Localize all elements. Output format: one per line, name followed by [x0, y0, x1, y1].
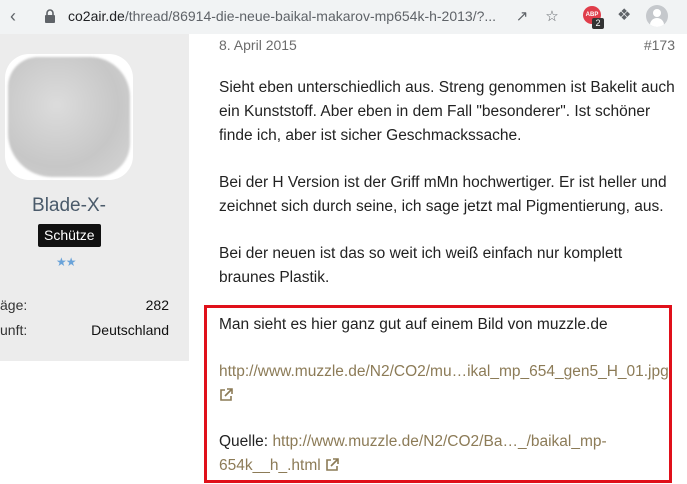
lock-icon[interactable]	[44, 9, 56, 23]
source-link-cont[interactable]: 654k__h_.html	[219, 454, 339, 478]
author-sidebar: Blade-X- Schütze ★★ äge: 282 unft: Deuts…	[0, 34, 189, 361]
post-number-link[interactable]: #173	[644, 37, 675, 53]
post-paragraph: Bei der H Version ist der Griff mMn hoch…	[219, 174, 667, 215]
url-text[interactable]: co2air.de/thread/86914-die-neue-baikal-m…	[68, 8, 496, 24]
address-bar[interactable]: co2air.de/thread/86914-die-neue-baikal-m…	[32, 3, 572, 30]
quote-intro: Man sieht es hier ganz gut auf einem Bil…	[219, 316, 608, 333]
rank-stars-icon: ★★	[56, 255, 76, 269]
image-link[interactable]: http://www.muzzle.de/N2/CO2/mu…ikal_mp_6…	[219, 360, 669, 384]
extensions-puzzle-icon[interactable]: ❖	[617, 6, 639, 28]
rank-badge: Schütze	[38, 224, 101, 247]
source-link-line2[interactable]: 654k__h_.html	[219, 457, 321, 474]
image-link-text[interactable]: http://www.muzzle.de/N2/CO2/mu…ikal_mp_6…	[219, 363, 669, 380]
post-paragraph: Sieht eben unterschiedlich aus. Streng g…	[219, 79, 675, 144]
stat-value-origin: Deutschland	[91, 322, 169, 338]
share-icon[interactable]: ↗	[512, 7, 532, 27]
adblock-badge: 2	[592, 18, 604, 29]
stat-label-origin: unft:	[0, 322, 28, 338]
user-avatar[interactable]	[5, 54, 133, 180]
source-link[interactable]: http://www.muzzle.de/N2/CO2/Ba…_/baikal_…	[272, 433, 606, 450]
stat-label-posts: äge:	[0, 297, 28, 313]
external-link-icon[interactable]	[219, 388, 233, 402]
stat-value-posts: 282	[145, 297, 169, 313]
url-path: /thread/86914-die-neue-baikal-makarov-mp…	[124, 8, 497, 24]
source-line: Quelle: http://www.muzzle.de/N2/CO2/Ba…_…	[219, 430, 607, 454]
bookmark-star-icon[interactable]: ☆	[542, 7, 562, 27]
url-host: co2air.de	[68, 8, 125, 24]
adblock-extension[interactable]: ABP 2	[583, 6, 605, 29]
external-link-icon[interactable]	[325, 458, 339, 472]
post-date[interactable]: 8. April 2015	[219, 37, 297, 53]
browser-toolbar: ‹ co2air.de/thread/86914-die-neue-baikal…	[0, 0, 687, 34]
source-label: Quelle:	[219, 433, 269, 450]
profile-avatar-icon[interactable]	[646, 5, 668, 27]
image-link-external[interactable]	[219, 384, 233, 408]
author-name[interactable]: Blade-X-	[0, 195, 138, 217]
post-paragraph: Bei der neuen ist das so weit ich weiß e…	[219, 245, 623, 286]
back-arrow-icon[interactable]: ‹	[0, 5, 26, 27]
